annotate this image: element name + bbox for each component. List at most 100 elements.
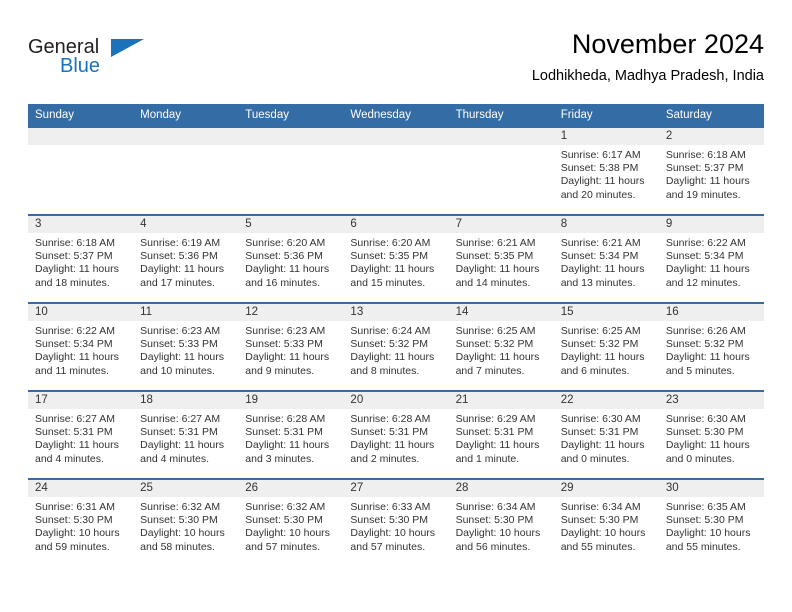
day-cell[interactable]: 22 Sunrise: 6:30 AM Sunset: 5:31 PM Dayl… (553, 390, 659, 479)
day-cell[interactable]: 15 Sunrise: 6:25 AM Sunset: 5:32 PM Dayl… (553, 302, 659, 391)
sunset-text: Sunset: 5:35 PM (350, 250, 429, 263)
day-cell[interactable]: 9 Sunrise: 6:22 AM Sunset: 5:34 PM Dayli… (658, 214, 764, 303)
day-cell[interactable]: 3 Sunrise: 6:18 AM Sunset: 5:37 PM Dayli… (28, 214, 134, 303)
day-details: Sunrise: 6:22 AM Sunset: 5:34 PM Dayligh… (659, 233, 764, 290)
daylight-text-line2: and 19 minutes. (665, 188, 741, 201)
day-cell[interactable]: 29 Sunrise: 6:34 AM Sunset: 5:30 PM Dayl… (553, 478, 659, 567)
page-title: November 2024 (571, 29, 764, 59)
day-cell[interactable] (343, 126, 449, 215)
day-cell[interactable]: 20 Sunrise: 6:28 AM Sunset: 5:31 PM Dayl… (343, 390, 449, 479)
day-number: 20 (343, 392, 449, 409)
calendar-week-row: 10 Sunrise: 6:22 AM Sunset: 5:34 PM Dayl… (28, 302, 764, 391)
day-number: 16 (658, 304, 764, 321)
sunset-text: Sunset: 5:32 PM (665, 338, 744, 351)
sunrise-text: Sunrise: 6:29 AM (455, 413, 536, 425)
daylight-text-line2: and 58 minutes. (140, 540, 215, 553)
day-number: 10 (28, 304, 134, 321)
day-cell[interactable]: 14 Sunrise: 6:25 AM Sunset: 5:32 PM Dayl… (448, 302, 554, 391)
day-cell[interactable]: 2 Sunrise: 6:18 AM Sunset: 5:37 PM Dayli… (658, 126, 764, 215)
day-cell[interactable]: 30 Sunrise: 6:35 AM Sunset: 5:30 PM Dayl… (658, 478, 764, 567)
sunrise-text: Sunrise: 6:23 AM (140, 325, 221, 337)
day-cell[interactable]: 1 Sunrise: 6:17 AM Sunset: 5:38 PM Dayli… (553, 126, 659, 215)
daylight-text-line1: Daylight: 10 hours (560, 527, 646, 540)
daylight-text-line2: and 1 minute. (455, 452, 520, 465)
daylight-text-line2: and 11 minutes. (35, 364, 109, 377)
sunset-text: Sunset: 5:31 PM (140, 426, 218, 439)
daylight-text-line2: and 0 minutes. (665, 452, 735, 465)
sunset-text: Sunset: 5:36 PM (140, 250, 218, 263)
daylight-text-line1: Daylight: 10 hours (245, 527, 330, 540)
day-cell[interactable]: 24 Sunrise: 6:31 AM Sunset: 5:30 PM Dayl… (28, 478, 134, 567)
daylight-text-line1: Daylight: 11 hours (245, 351, 330, 364)
day-details: Sunrise: 6:24 AM Sunset: 5:32 PM Dayligh… (343, 321, 448, 378)
daylight-text-line2: and 57 minutes. (350, 540, 426, 553)
day-cell[interactable] (448, 126, 554, 215)
sunset-text: Sunset: 5:30 PM (665, 514, 744, 527)
day-cell[interactable]: 5 Sunrise: 6:20 AM Sunset: 5:36 PM Dayli… (238, 214, 344, 303)
sunset-text: Sunset: 5:33 PM (245, 338, 323, 351)
daylight-text-line1: Daylight: 11 hours (455, 351, 540, 364)
sunset-text: Sunset: 5:31 PM (35, 426, 113, 439)
sunset-text: Sunset: 5:32 PM (350, 338, 429, 351)
day-cell[interactable]: 6 Sunrise: 6:20 AM Sunset: 5:35 PM Dayli… (343, 214, 449, 303)
day-number (238, 128, 344, 145)
day-cell[interactable]: 21 Sunrise: 6:29 AM Sunset: 5:31 PM Dayl… (448, 390, 554, 479)
sunset-text: Sunset: 5:30 PM (140, 514, 218, 527)
day-cell[interactable]: 28 Sunrise: 6:34 AM Sunset: 5:30 PM Dayl… (448, 478, 554, 567)
day-details: Sunrise: 6:35 AM Sunset: 5:30 PM Dayligh… (659, 497, 764, 554)
day-number: 23 (658, 392, 764, 409)
sunrise-text: Sunrise: 6:18 AM (665, 149, 746, 161)
sunrise-text: Sunrise: 6:34 AM (560, 501, 641, 513)
day-cell[interactable]: 8 Sunrise: 6:21 AM Sunset: 5:34 PM Dayli… (553, 214, 659, 303)
day-cell[interactable]: 16 Sunrise: 6:26 AM Sunset: 5:32 PM Dayl… (658, 302, 764, 391)
day-number: 4 (133, 216, 239, 233)
day-cell[interactable]: 7 Sunrise: 6:21 AM Sunset: 5:35 PM Dayli… (448, 214, 554, 303)
day-cell[interactable]: 18 Sunrise: 6:27 AM Sunset: 5:31 PM Dayl… (133, 390, 239, 479)
day-number: 27 (343, 480, 449, 497)
day-cell[interactable]: 11 Sunrise: 6:23 AM Sunset: 5:33 PM Dayl… (133, 302, 239, 391)
day-number: 26 (238, 480, 344, 497)
day-cell[interactable] (28, 126, 134, 215)
daylight-text-line2: and 9 minutes. (245, 364, 315, 377)
day-details: Sunrise: 6:34 AM Sunset: 5:30 PM Dayligh… (449, 497, 554, 554)
day-cell[interactable]: 19 Sunrise: 6:28 AM Sunset: 5:31 PM Dayl… (238, 390, 344, 479)
day-details: Sunrise: 6:20 AM Sunset: 5:35 PM Dayligh… (343, 233, 448, 290)
day-cell[interactable] (133, 126, 239, 215)
sunrise-text: Sunrise: 6:26 AM (665, 325, 746, 337)
calendar-header-row-group: Sunday Monday Tuesday Wednesday Thursday… (28, 104, 764, 127)
daylight-text-line1: Daylight: 11 hours (560, 439, 645, 452)
day-cell[interactable]: 4 Sunrise: 6:19 AM Sunset: 5:36 PM Dayli… (133, 214, 239, 303)
day-number: 1 (553, 128, 659, 145)
day-cell[interactable]: 10 Sunrise: 6:22 AM Sunset: 5:34 PM Dayl… (28, 302, 134, 391)
day-number (343, 128, 449, 145)
day-details: Sunrise: 6:30 AM Sunset: 5:31 PM Dayligh… (554, 409, 659, 466)
calendar-body: 1 Sunrise: 6:17 AM Sunset: 5:38 PM Dayli… (28, 126, 764, 567)
day-cell[interactable]: 23 Sunrise: 6:30 AM Sunset: 5:30 PM Dayl… (658, 390, 764, 479)
daylight-text-line2: and 18 minutes. (35, 276, 110, 289)
day-details: Sunrise: 6:18 AM Sunset: 5:37 PM Dayligh… (28, 233, 133, 290)
page-subtitle: Lodhikheda, Madhya Pradesh, India (531, 68, 764, 84)
title-block: November 2024 Lodhikheda, Madhya Pradesh… (532, 28, 764, 85)
sunrise-text: Sunrise: 6:35 AM (665, 501, 746, 513)
day-details: Sunrise: 6:34 AM Sunset: 5:30 PM Dayligh… (554, 497, 659, 554)
sunset-text: Sunset: 5:32 PM (560, 338, 639, 351)
day-cell[interactable]: 27 Sunrise: 6:33 AM Sunset: 5:30 PM Dayl… (343, 478, 449, 567)
sunset-text: Sunset: 5:37 PM (665, 162, 744, 175)
day-cell[interactable]: 25 Sunrise: 6:32 AM Sunset: 5:30 PM Dayl… (133, 478, 239, 567)
day-cell[interactable]: 13 Sunrise: 6:24 AM Sunset: 5:32 PM Dayl… (343, 302, 449, 391)
sunrise-text: Sunrise: 6:22 AM (665, 237, 746, 249)
day-details: Sunrise: 6:20 AM Sunset: 5:36 PM Dayligh… (238, 233, 343, 290)
daylight-text-line2: and 56 minutes. (455, 540, 531, 553)
general-blue-logo[interactable]: General Blue (28, 36, 158, 82)
day-number: 8 (553, 216, 659, 233)
day-number: 30 (658, 480, 764, 497)
day-cell[interactable] (238, 126, 344, 215)
day-details: Sunrise: 6:27 AM Sunset: 5:31 PM Dayligh… (133, 409, 238, 466)
daylight-text-line1: Daylight: 11 hours (560, 175, 645, 188)
day-details: Sunrise: 6:30 AM Sunset: 5:30 PM Dayligh… (659, 409, 764, 466)
day-cell[interactable]: 17 Sunrise: 6:27 AM Sunset: 5:31 PM Dayl… (28, 390, 134, 479)
day-details: Sunrise: 6:29 AM Sunset: 5:31 PM Dayligh… (449, 409, 554, 466)
day-cell[interactable]: 26 Sunrise: 6:32 AM Sunset: 5:30 PM Dayl… (238, 478, 344, 567)
daylight-text-line1: Daylight: 11 hours (35, 439, 119, 452)
day-cell[interactable]: 12 Sunrise: 6:23 AM Sunset: 5:33 PM Dayl… (238, 302, 344, 391)
